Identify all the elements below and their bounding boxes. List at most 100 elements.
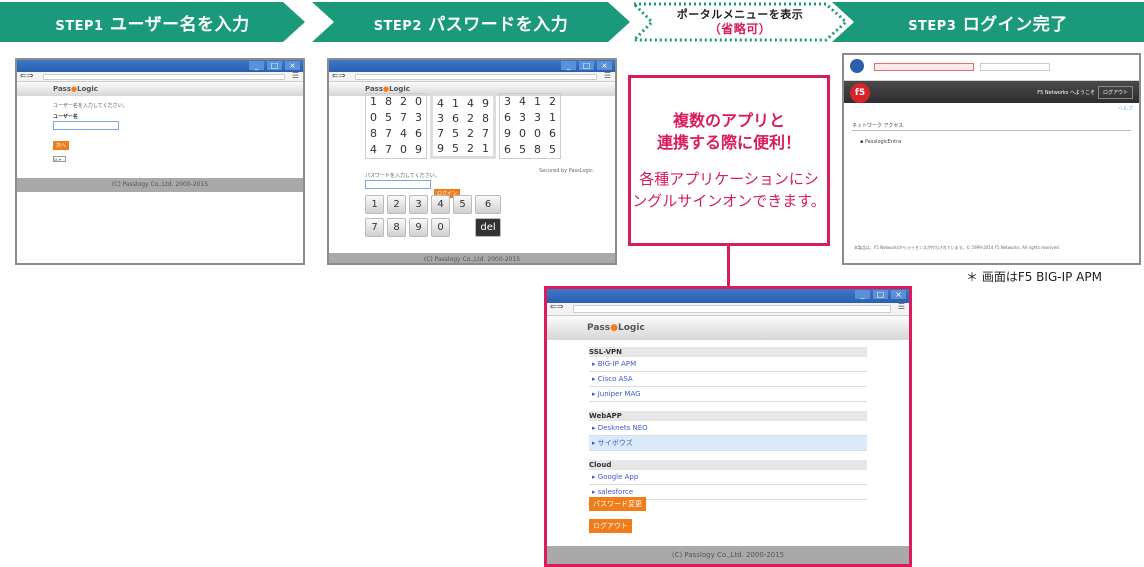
matrix-cell: 8 [534, 143, 541, 156]
f5-section-title: ネットワーク アクセス [852, 122, 1131, 131]
window-titlebar: _ □ × [17, 60, 303, 72]
matrix-cell: 3 [504, 95, 511, 108]
matrix-block: 1820057387464709 [365, 93, 427, 159]
next-button[interactable]: 次へ [53, 141, 70, 150]
portal-group: SSL-VPN ▸ BIG-IP APM ▸ Cisco ASA ▸ Juniper … [589, 347, 867, 402]
menu-icon[interactable]: ☰ [604, 71, 611, 80]
step1-browser-window: _ □ × ⇐⇒ ☰ Pass●Logic ユーザー名を入力してください。 ユーザー名… [15, 58, 305, 265]
matrix-cell: 9 [504, 127, 511, 140]
url-field[interactable] [874, 63, 974, 71]
matrix-cell: 7 [385, 143, 392, 156]
step1-label: ユーザー名を入力 [109, 14, 250, 35]
portal-step-label: ポータルメニューを表示 [676, 8, 804, 21]
maximize-icon[interactable]: □ [579, 61, 594, 70]
keypad-key[interactable]: 0 [431, 218, 450, 237]
matrix-cell: 3 [415, 111, 422, 124]
keypad-key[interactable]: 3 [409, 195, 428, 214]
back-forward-icon[interactable]: ⇐⇒ [20, 71, 33, 80]
back-forward-icon[interactable]: ⇐⇒ [550, 302, 563, 311]
f5-network-item[interactable]: ▪ PasslogicEntra [852, 139, 1131, 145]
step2-banner: STEP2 パスワードを入力 [312, 2, 630, 42]
matrix-cell: 4 [519, 95, 526, 108]
matrix-cell: 2 [549, 95, 556, 108]
portal-menu: SSL-VPN ▸ BIG-IP APM ▸ Cisco ASA ▸ Juniper … [589, 347, 867, 500]
f5-logout-button[interactable]: ログアウト [1097, 86, 1133, 99]
password-input[interactable] [365, 180, 431, 189]
callout-connector [727, 246, 730, 288]
matrix-cell: 0 [400, 143, 407, 156]
portal-group-header: WebAPP [589, 411, 867, 421]
minimize-icon[interactable]: _ [855, 290, 870, 299]
keypad-key[interactable]: 1 [365, 195, 384, 214]
minimize-icon[interactable]: _ [561, 61, 576, 70]
f5-footer: 本製品は、F5 Networksからライセンスが付与されています。© 1999-… [854, 245, 1060, 250]
menu-icon[interactable]: ☰ [292, 71, 299, 80]
copyright-footer: (C) Passlogy Co.,Ltd. 2000-2015 [329, 253, 615, 263]
window-titlebar: _ □ × [547, 289, 909, 303]
back-icon[interactable] [850, 59, 864, 73]
matrix-cell: 4 [370, 143, 377, 156]
secured-by-text: Secured by PassLogic. [539, 168, 595, 174]
step1-banner: STEP1 ユーザー名を入力 [0, 2, 305, 42]
matrix-cell: 1 [370, 95, 377, 108]
keypad-key[interactable]: 2 [387, 195, 406, 214]
username-label: ユーザー名 [53, 114, 78, 120]
close-icon[interactable]: × [285, 61, 300, 70]
step3-label: ログイン完了 [962, 14, 1068, 35]
portal-app-link[interactable]: ▸ BIG-IP APM [589, 357, 867, 372]
matrix-cell: 3 [519, 111, 526, 124]
logout-button[interactable]: ログアウト [589, 519, 632, 533]
callout-box: 複数のアプリと 連携する際に便利！ 各種アプリケーションにシ ングルサインオンできま… [628, 75, 830, 246]
portal-app-link[interactable]: ▸ サイボウズ [589, 436, 867, 451]
keypad-key[interactable]: 8 [387, 218, 406, 237]
matrix-cell: 3 [534, 111, 541, 124]
portal-app-link[interactable]: ▸ Juniper MAG [589, 387, 867, 402]
matrix-cell: 6 [504, 143, 511, 156]
maximize-icon[interactable]: □ [873, 290, 888, 299]
maximize-icon[interactable]: □ [267, 61, 282, 70]
back-forward-icon[interactable]: ⇐⇒ [332, 71, 345, 80]
matrix-cell: 2 [467, 142, 474, 155]
keypad-key[interactable]: 5 [453, 195, 472, 214]
matrix-cell: 1 [549, 111, 556, 124]
keypad-key[interactable]: 9 [409, 218, 428, 237]
portal-group: WebAPP ▸ Desknets NEO ▸ サイボウズ [589, 411, 867, 451]
f5-help-link[interactable]: ヘルプ [844, 103, 1139, 114]
step2-num: STEP2 [373, 18, 422, 34]
keypad-key[interactable]: 7 [365, 218, 384, 237]
portal-app-link[interactable]: ▸ Google App [589, 470, 867, 485]
url-field[interactable] [355, 74, 597, 80]
matrix-cell: 7 [385, 127, 392, 140]
copyright-footer: (C) Passlogy Co.,Ltd. 2000-2015 [17, 178, 303, 192]
matrix-cell: 6 [549, 127, 556, 140]
matrix-cell: 2 [467, 112, 474, 125]
portal-app-link[interactable]: ▸ Cisco ASA [589, 372, 867, 387]
step1-num: STEP1 [55, 18, 104, 34]
matrix-cell: 9 [415, 143, 422, 156]
matrix-cell: 5 [452, 127, 459, 140]
keypad-key[interactable]: 6 [475, 195, 501, 214]
delete-key[interactable]: del [475, 218, 501, 237]
keypad-key[interactable]: 4 [431, 195, 450, 214]
language-select[interactable]: ja ▾ [53, 156, 66, 162]
minimize-icon[interactable]: _ [249, 61, 264, 70]
close-icon[interactable]: × [597, 61, 612, 70]
address-bar: ⇐⇒ ☰ [17, 71, 303, 82]
browser-tab[interactable] [980, 63, 1050, 71]
matrix-cell: 8 [385, 95, 392, 108]
portal-step-banner: ポータルメニューを表示 （省略可） [630, 2, 850, 42]
step3-browser-window: f5 F5 Networks へようこそ ログアウト ヘルプ ネットワーク アク… [842, 53, 1141, 265]
close-icon[interactable]: × [891, 290, 906, 299]
change-password-button[interactable]: パスワード変更 [589, 497, 646, 511]
portal-app-link[interactable]: ▸ Desknets NEO [589, 421, 867, 436]
matrix-cell: 5 [452, 142, 459, 155]
url-field[interactable] [573, 305, 891, 313]
username-input[interactable] [53, 121, 119, 130]
matrix-cell: 9 [437, 142, 444, 155]
matrix-cell: 9 [482, 97, 489, 110]
menu-icon[interactable]: ☰ [898, 302, 905, 311]
matrix-cell: 5 [385, 111, 392, 124]
password-matrix: 1820057387464709414936287527952134126331… [365, 93, 561, 159]
matrix-cell: 5 [549, 143, 556, 156]
url-field[interactable] [43, 74, 285, 80]
